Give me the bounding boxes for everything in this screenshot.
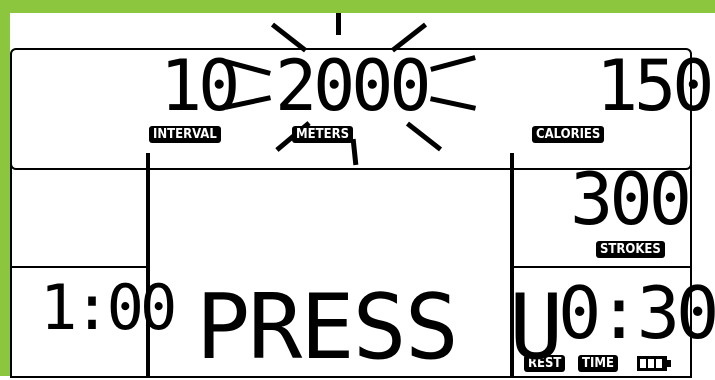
lcd-screen: 10 INTERVAL 2000 METERS 150 CALORIES 300…	[10, 13, 715, 380]
main-message: PRESS U	[196, 275, 563, 380]
meters-value: 2000	[275, 45, 432, 127]
interval-label: INTERVAL	[149, 126, 221, 143]
battery-icon	[637, 356, 671, 371]
rest-time-value: 0:30	[558, 271, 715, 355]
calories-value: 150	[596, 45, 714, 127]
meters-label: METERS	[292, 126, 354, 143]
right-divider	[510, 266, 692, 268]
interval-value: 10	[160, 45, 240, 127]
strokes-value: 300	[570, 157, 692, 241]
workout-time-value: 1:00	[40, 271, 177, 344]
strokes-label: STROKES	[596, 241, 665, 258]
device-bezel-left	[0, 0, 10, 376]
calories-label: CALORIES	[532, 126, 605, 143]
time-label: TIME	[578, 355, 618, 372]
device-bezel-top	[0, 0, 715, 13]
left-divider	[10, 266, 150, 268]
